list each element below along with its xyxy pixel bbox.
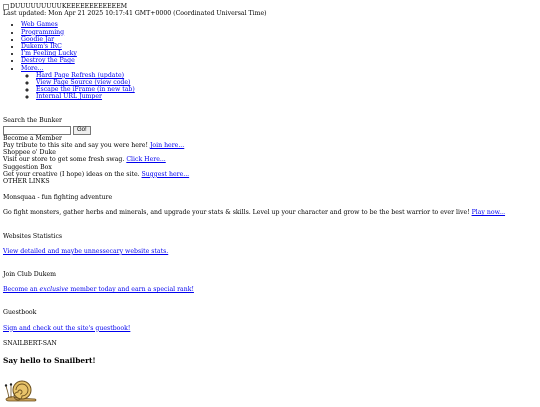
- club-link-text-b: member today and earn a special rank!: [68, 286, 194, 294]
- monsquaa-title: Monsquaa - fun fighting adventure: [3, 194, 113, 202]
- nav-item-web-games: Web Games: [21, 21, 535, 28]
- other-links-title: OTHER LINKS: [3, 178, 50, 186]
- submenu-item: View Page Source (view code): [36, 79, 535, 86]
- banner: DUUUUUUUUUKEEEEEEEEEEEEM: [3, 3, 535, 10]
- nav-link-web-games[interactable]: Web Games: [21, 21, 58, 28]
- more-submenu: Hard Page Refresh (update) View Page Sou…: [21, 72, 535, 101]
- member-title: Become a Member: [3, 134, 62, 142]
- suggest-text: Get your creative (I hope) ideas on the …: [3, 170, 140, 178]
- nav-link-destroy-page[interactable]: Destroy the Page: [21, 57, 75, 64]
- search-input[interactable]: [3, 125, 71, 135]
- page-content: DUUUUUUUUUKEEEEEEEEEEEEM Last updated: M…: [3, 3, 535, 404]
- stats-title: Websites Statistics: [3, 232, 63, 240]
- nav-link-more[interactable]: More...: [21, 65, 44, 72]
- shop-text-row: Visit our store to get some fresh swag. …: [3, 156, 535, 163]
- club-link[interactable]: Become an exclusive member today and ear…: [3, 286, 194, 293]
- snail-icon: [3, 374, 39, 404]
- nav-item-goodie-jar: Goodie Jar: [21, 36, 535, 43]
- hard-refresh-link[interactable]: Hard Page Refresh (update): [36, 72, 124, 79]
- club-row: Become an exclusive member today and ear…: [3, 286, 535, 293]
- escape-iframe-link[interactable]: Escape the iFrame (in new tab): [36, 86, 135, 93]
- stats-link[interactable]: View detailed and maybe unnessecary webs…: [3, 248, 168, 255]
- join-link[interactable]: Join here...: [150, 142, 184, 149]
- broken-image-icon: [3, 3, 9, 10]
- search-section: Search the Bunker Go!: [3, 117, 535, 135]
- submenu-item: Escape the iFrame (in new tab): [36, 86, 535, 93]
- nav-item-destroy-page: Destroy the Page: [21, 57, 535, 64]
- suggest-title: Suggestion Box: [3, 163, 52, 171]
- submenu-item: Hard Page Refresh (update): [36, 72, 535, 79]
- banner-alt-text: DUUUUUUUUUKEEEEEEEEEEEEM: [10, 3, 128, 10]
- snail-section-title: SNAILBERT-SAN: [3, 339, 57, 347]
- member-text: Pay tribute to this site and say you wer…: [3, 142, 148, 150]
- member-text-row: Pay tribute to this site and say you wer…: [3, 142, 535, 149]
- member-section: Become a Member Pay tribute to this site…: [3, 135, 535, 149]
- guestbook-title: Guestbook: [3, 309, 37, 317]
- club-link-text-a: Become an: [3, 286, 40, 294]
- shop-section: Shoppee o' Duke Visit our store to get s…: [3, 149, 535, 163]
- suggest-section: Suggestion Box Get your creative (I hope…: [3, 164, 535, 178]
- search-label: Search the Bunker: [3, 116, 62, 124]
- club-title: Join Club Dukem: [3, 271, 56, 279]
- main-nav: Web Games Programming Goodie Jar Dukem's…: [3, 21, 535, 100]
- club-link-emphasis: exclusive: [39, 286, 69, 294]
- view-source-link[interactable]: View Page Source (view code): [36, 79, 130, 86]
- guestbook-row: Sign and check out the site's guestbook!: [3, 325, 535, 332]
- last-updated: Last updated: Mon Apr 21 2025 10:17:41 G…: [3, 10, 267, 18]
- nav-item-feeling-lucky: I'm Feeling Lucky: [21, 50, 535, 57]
- suggest-link[interactable]: Suggest here...: [142, 171, 190, 178]
- nav-link-irc[interactable]: Dukem's IRC: [21, 43, 62, 50]
- nav-item-irc: Dukem's IRC: [21, 43, 535, 50]
- url-jumper-link[interactable]: Internal URL Jumper: [36, 93, 102, 100]
- nav-link-feeling-lucky[interactable]: I'm Feeling Lucky: [21, 50, 77, 57]
- nav-item-programming: Programming: [21, 29, 535, 36]
- shop-link[interactable]: Click Here...: [126, 156, 165, 163]
- suggest-text-row: Get your creative (I hope) ideas on the …: [3, 171, 535, 178]
- nav-item-more: More... Hard Page Refresh (update) View …: [21, 65, 535, 101]
- play-now-link[interactable]: Play now...: [472, 209, 505, 216]
- stats-row: View detailed and maybe unnessecary webs…: [3, 248, 535, 255]
- monsquaa-text: Go fight monsters, gather herbs and mine…: [3, 209, 470, 217]
- nav-link-goodie-jar[interactable]: Goodie Jar: [21, 36, 54, 43]
- shop-text: Visit our store to get some fresh swag.: [3, 156, 125, 164]
- snail-hello: Say hello to Snailbert!: [3, 356, 96, 366]
- shop-title: Shoppee o' Duke: [3, 149, 56, 157]
- guestbook-link[interactable]: Sign and check out the site's guestbook!: [3, 325, 130, 332]
- go-button[interactable]: Go!: [73, 125, 91, 135]
- nav-link-programming[interactable]: Programming: [21, 29, 64, 36]
- submenu-item: Internal URL Jumper: [36, 93, 535, 100]
- monsquaa-text-row: Go fight monsters, gather herbs and mine…: [3, 209, 535, 216]
